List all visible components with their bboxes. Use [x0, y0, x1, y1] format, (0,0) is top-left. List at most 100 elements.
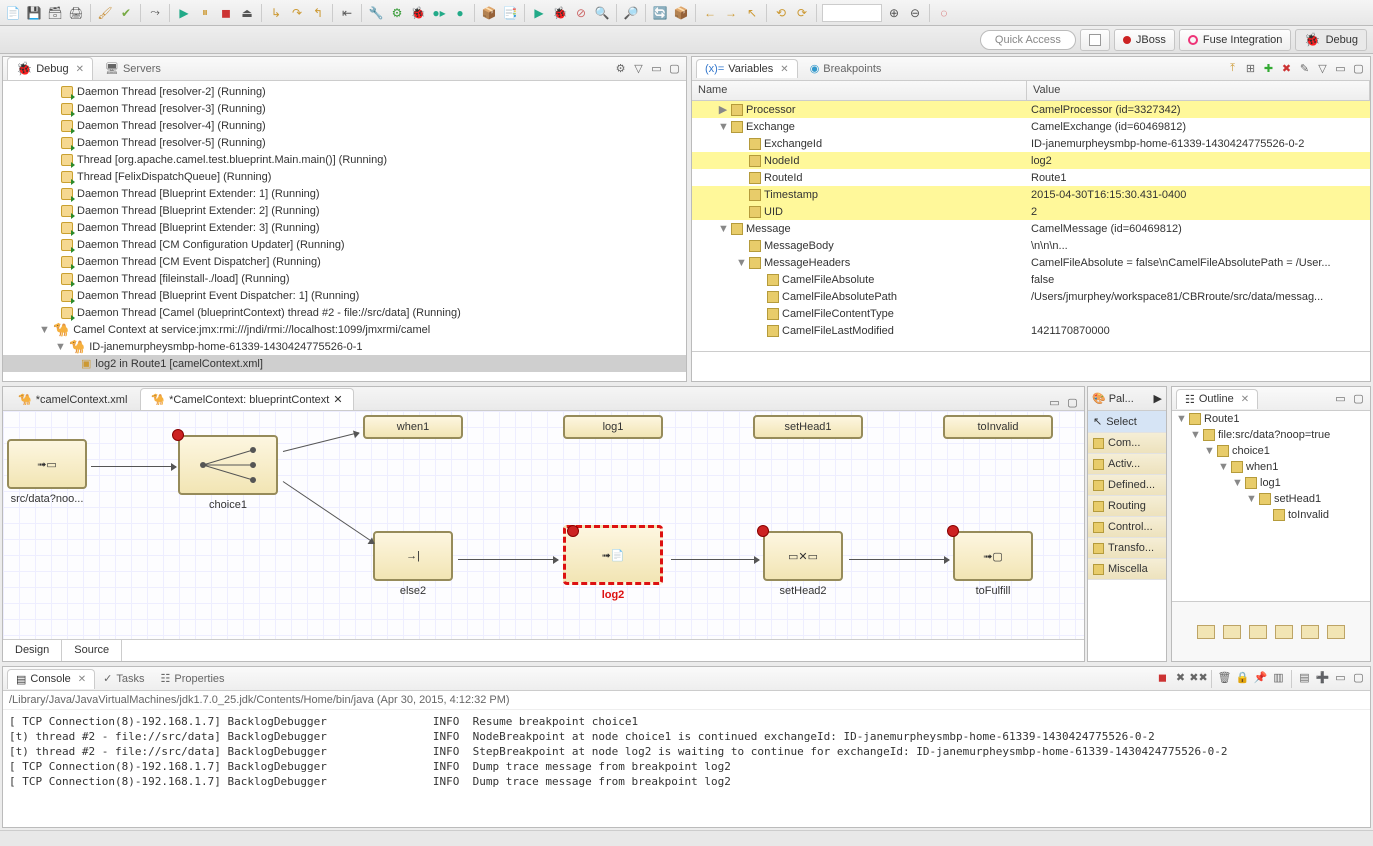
drop-frame-icon[interactable]: ⇤ [338, 4, 356, 22]
variable-row[interactable]: MessageBody\n\n\n... [692, 237, 1370, 254]
node-tofulfill[interactable]: ➟▢ toFulfill [953, 531, 1033, 597]
step-return-icon[interactable]: ↰ [309, 4, 327, 22]
palette-drawer[interactable]: Com... [1088, 433, 1166, 454]
editor-tab-1[interactable]: 🐪*camelContext.xml [7, 388, 138, 410]
route-canvas[interactable]: when1 log1 setHead1 toInvalid ➟▭ src/dat… [3, 411, 1084, 639]
variable-row[interactable]: ▼MessageHeadersCamelFileAbsolute = false… [692, 254, 1370, 271]
outline-row[interactable]: ▼Route1 [1172, 411, 1370, 427]
expand-icon[interactable]: ▼ [736, 257, 746, 269]
up-icon[interactable]: ↖ [743, 4, 761, 22]
open-perspective-button[interactable] [1080, 29, 1110, 51]
save-icon[interactable]: 💾 [25, 4, 43, 22]
node-else2[interactable]: →| else2 [373, 531, 453, 597]
terminate-icon[interactable]: ◼ [217, 4, 235, 22]
variable-row[interactable]: CamelFileAbsolutePath/Users/jmurphey/wor… [692, 288, 1370, 305]
thread-row[interactable]: Daemon Thread [Blueprint Extender: 3] (R… [3, 219, 686, 236]
variables-tab[interactable]: (x)=Variables✕ [696, 59, 798, 78]
suspend-icon[interactable]: ⏸ [196, 4, 214, 22]
expand-icon[interactable]: ▶ [718, 103, 728, 116]
palette-drawer[interactable]: Control... [1088, 517, 1166, 538]
expand-icon[interactable]: ▼ [718, 121, 728, 133]
view-menu-icon[interactable]: ⚙ [613, 61, 628, 76]
thread-row[interactable]: Daemon Thread [Blueprint Extender: 1] (R… [3, 185, 686, 202]
close-icon[interactable]: ✕ [78, 674, 86, 685]
thread-row[interactable]: Daemon Thread [Blueprint Event Dispatche… [3, 287, 686, 304]
print-icon[interactable]: 🖨 [67, 4, 85, 22]
minimize-icon[interactable]: ▭ [1333, 391, 1348, 406]
display-icon[interactable]: ▥ [1271, 670, 1286, 685]
palette-select[interactable]: ↖Select [1088, 411, 1166, 433]
play-green-icon[interactable]: ▶ [530, 4, 548, 22]
thread-row[interactable]: Thread [FelixDispatchQueue] (Running) [3, 168, 686, 185]
expand-icon[interactable]: ▼ [1204, 445, 1214, 457]
remove-all-icon[interactable]: ✖✖ [1191, 670, 1206, 685]
palette-drawer[interactable]: Transfo... [1088, 538, 1166, 559]
stop-icon[interactable]: ⊘ [572, 4, 590, 22]
outline-row[interactable]: ▼setHead1 [1172, 491, 1370, 507]
back-icon[interactable]: ← [701, 4, 719, 22]
expand-icon[interactable]: ▼ [1218, 461, 1228, 473]
debug-run-icon[interactable]: 🐞 [409, 4, 427, 22]
brush-icon[interactable]: 🖌 [96, 4, 114, 22]
new-console-icon[interactable]: ➕ [1315, 670, 1330, 685]
minimize-icon[interactable]: ▭ [1047, 395, 1062, 410]
col-value[interactable]: Value [1027, 81, 1370, 100]
node-log2[interactable]: ➟📄 log2 [563, 525, 663, 601]
variable-row[interactable]: ▼MessageCamelMessage (id=60469812) [692, 220, 1370, 237]
variables-body[interactable]: ▶ProcessorCamelProcessor (id=3327342)▼Ex… [692, 101, 1370, 351]
thread-row[interactable]: Daemon Thread [resolver-3] (Running) [3, 100, 686, 117]
console-log[interactable]: [ TCP Connection(8)-192.168.1.7] Backlog… [3, 710, 1370, 827]
thread-row[interactable]: Daemon Thread [resolver-2] (Running) [3, 83, 686, 100]
scroll-lock-icon[interactable]: 🔒 [1235, 670, 1250, 685]
thread-row[interactable]: Thread [org.apache.camel.test.blueprint.… [3, 151, 686, 168]
outline-row[interactable]: ▼log1 [1172, 475, 1370, 491]
node-choice1[interactable]: choice1 [178, 435, 278, 511]
variable-row[interactable]: CamelFileLastModified1421170870000 [692, 322, 1370, 339]
clear-icon[interactable]: 🗑 [1217, 670, 1232, 685]
minimize-icon[interactable]: ▭ [1333, 670, 1348, 685]
zoom-in-icon[interactable]: ⊕ [885, 4, 903, 22]
remove-icon[interactable]: ✖ [1279, 61, 1294, 76]
outline-tab[interactable]: ☷Outline✕ [1176, 389, 1258, 409]
type-icon[interactable]: 📑 [501, 4, 519, 22]
maximize-icon[interactable]: ▢ [1065, 395, 1080, 410]
outline-tree[interactable]: ▼Route1▼file:src/data?noop=true▼choice1▼… [1172, 411, 1370, 601]
run-alt-icon[interactable]: ● [451, 4, 469, 22]
thread-row[interactable]: Daemon Thread [fileinstall-./load] (Runn… [3, 270, 686, 287]
maximize-icon[interactable]: ▢ [1351, 670, 1366, 685]
thread-row[interactable]: Daemon Thread [Camel (blueprintContext) … [3, 304, 686, 321]
node-toinvalid[interactable]: toInvalid [943, 415, 1053, 439]
edit-icon[interactable]: ✎ [1297, 61, 1312, 76]
console-tab[interactable]: ▤Console✕ [7, 669, 95, 689]
save-all-icon[interactable]: 🗃 [46, 4, 64, 22]
palette-drawer[interactable]: Routing [1088, 496, 1166, 517]
step-into-icon[interactable]: ↳ [267, 4, 285, 22]
disconnect-icon[interactable]: ⏏ [238, 4, 256, 22]
new-conn-icon[interactable]: 📦 [480, 4, 498, 22]
expand-icon[interactable]: ▼ [1246, 493, 1256, 505]
thread-row[interactable]: Daemon Thread [resolver-5] (Running) [3, 134, 686, 151]
collapse-icon[interactable]: ⤒ [1225, 61, 1240, 76]
history-back-icon[interactable]: ⟲ [772, 4, 790, 22]
maximize-icon[interactable]: ▢ [1351, 61, 1366, 76]
new-icon[interactable]: 📄 [4, 4, 22, 22]
expand-icon[interactable]: ▼ [718, 223, 728, 235]
remove-launch-icon[interactable]: ✖ [1173, 670, 1188, 685]
editor-tab-2[interactable]: 🐪*CamelContext: blueprintContext✕ [140, 388, 353, 410]
tool-icon[interactable]: 🔧 [367, 4, 385, 22]
debug-tree[interactable]: Daemon Thread [resolver-2] (Running)Daem… [3, 81, 686, 381]
chevron-right-icon[interactable]: ▶ [1154, 392, 1162, 405]
debug-tab[interactable]: 🐞Debug✕ [7, 57, 93, 80]
maximize-icon[interactable]: ▢ [1351, 391, 1366, 406]
variable-row[interactable]: RouteIdRoute1 [692, 169, 1370, 186]
node-sethead1[interactable]: setHead1 [753, 415, 863, 439]
quick-access[interactable]: Quick Access [980, 30, 1076, 50]
palette-drawer[interactable]: Defined... [1088, 475, 1166, 496]
close-icon[interactable]: ✕ [780, 64, 788, 75]
sync-icon[interactable]: 🔄 [651, 4, 669, 22]
outline-row[interactable]: toInvalid [1172, 507, 1370, 523]
pkg-icon[interactable]: 📦 [672, 4, 690, 22]
menu-dropdown-icon[interactable]: ▽ [1315, 61, 1330, 76]
expand-icon[interactable]: ▼ [1232, 477, 1242, 489]
variable-row[interactable]: CamelFileAbsolutefalse [692, 271, 1370, 288]
